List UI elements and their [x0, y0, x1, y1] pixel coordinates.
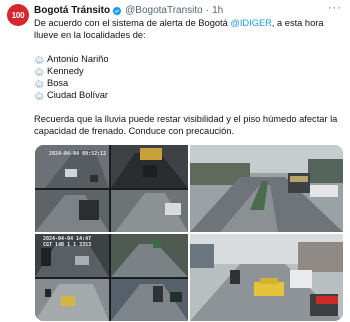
rain-cloud-icon: [35, 92, 44, 100]
tweet-text: De acuerdo con el sistema de alerta de B…: [34, 17, 342, 137]
locality-item: Kennedy: [34, 65, 342, 77]
locality-name: Ciudad Bolívar: [47, 90, 108, 100]
more-options-icon[interactable]: ···: [328, 2, 342, 14]
author-handle[interactable]: @BogotaTransito: [125, 5, 203, 17]
tweet-header: Bogotá Tránsito @BogotaTransito · 1h: [34, 4, 344, 18]
author-name[interactable]: Bogotá Tránsito: [34, 5, 110, 17]
media-photo[interactable]: [190, 145, 343, 232]
media-grid: 2024-04-04 09:52:12 2024-04-04 14:47 CGT…: [35, 145, 343, 321]
media-photo[interactable]: [190, 234, 343, 321]
camera-timestamp: 2024-04-04 09:52:12: [49, 151, 107, 157]
camera-caption: CGT 14B 1 1 3353: [43, 242, 92, 248]
city-street-traffic-image: [190, 234, 343, 321]
intro-paragraph: De acuerdo con el sistema de alerta de B…: [34, 17, 342, 41]
avatar-logo-text: 100: [11, 10, 25, 20]
mention-link[interactable]: @IDIGER: [230, 18, 271, 28]
rain-cloud-icon: [35, 80, 44, 88]
locality-name: Kennedy: [47, 66, 84, 76]
advice-paragraph: Recuerda que la lluvia puede restar visi…: [34, 114, 338, 136]
wet-road-bus-image: [190, 145, 343, 232]
locality-name: Bosa: [47, 78, 69, 88]
traffic-camera-mosaic-image: [35, 145, 188, 232]
locality-item: Antonio Nariño: [34, 53, 342, 65]
locality-item: Ciudad Bolívar: [34, 89, 342, 101]
tweet-timestamp[interactable]: 1h: [212, 5, 223, 17]
rain-cloud-icon: [35, 56, 44, 64]
locality-name: Antonio Nariño: [47, 54, 109, 64]
intro-text: De acuerdo con el sistema de alerta de B…: [34, 18, 231, 28]
media-photo[interactable]: 2024-04-04 09:52:12: [35, 145, 188, 232]
media-photo[interactable]: 2024-04-04 14:47 CGT 14B 1 1 3353: [35, 234, 188, 321]
verified-badge-icon: [112, 6, 122, 16]
avatar[interactable]: 100: [7, 4, 29, 26]
separator-dot: ·: [205, 5, 210, 16]
locality-item: Bosa: [34, 77, 342, 89]
rain-cloud-icon: [35, 68, 44, 76]
